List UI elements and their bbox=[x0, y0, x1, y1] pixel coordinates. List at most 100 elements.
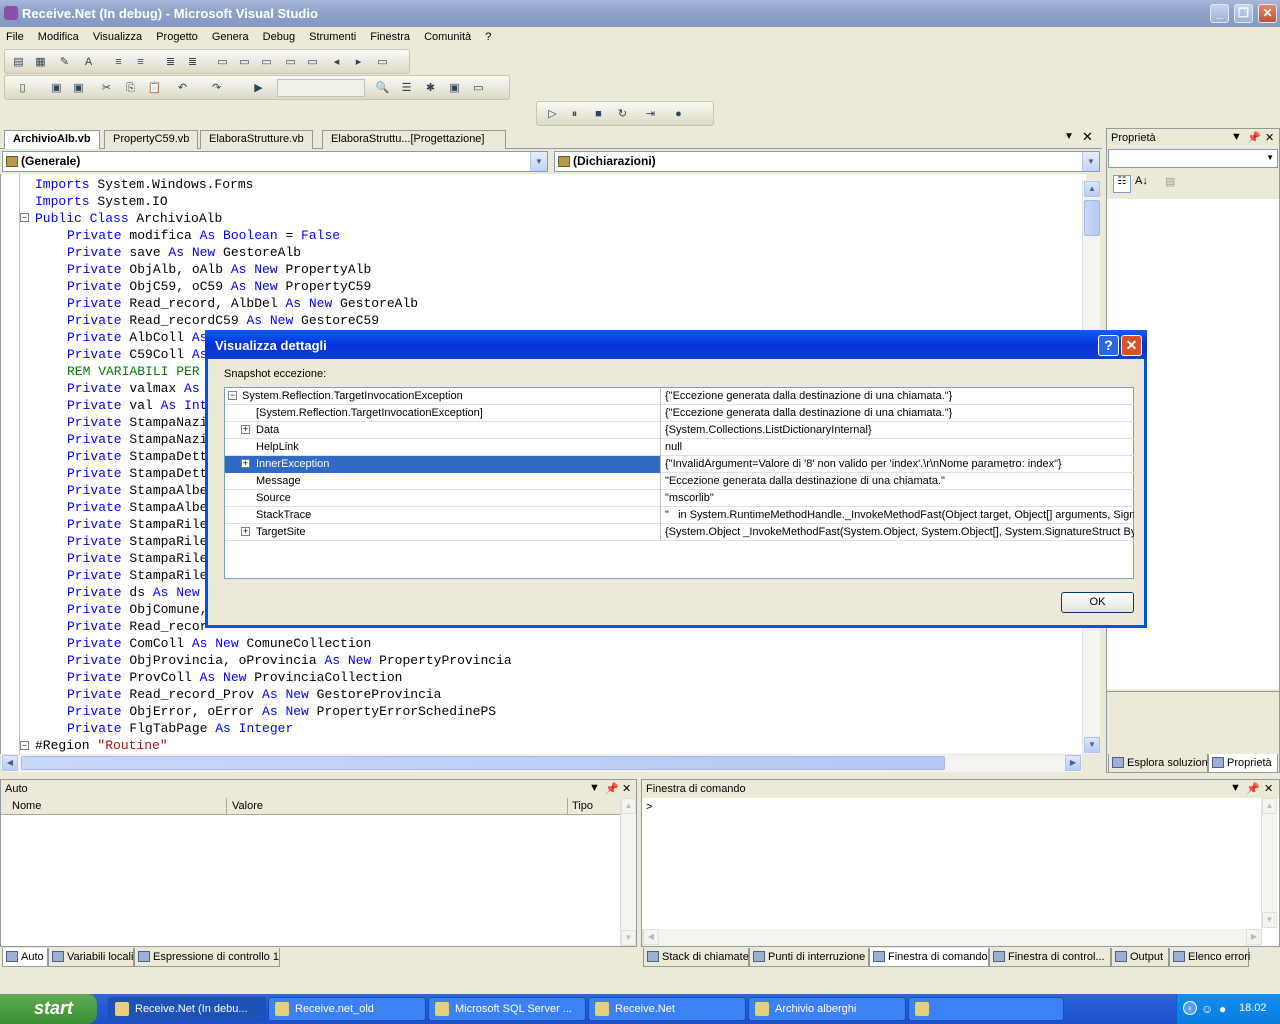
scroll-down-icon[interactable]: ▼ bbox=[1084, 737, 1100, 753]
column-header-tipo[interactable]: Tipo bbox=[569, 798, 620, 815]
auto-scrollbar[interactable]: ▲ ▼ bbox=[620, 798, 636, 946]
grid-row[interactable]: Data + {System.Collections.ListDictionar… bbox=[225, 422, 1135, 439]
ok-button[interactable]: OK bbox=[1061, 592, 1134, 613]
expand-toggle[interactable]: + bbox=[241, 459, 250, 468]
menu-strumenti[interactable]: Strumenti bbox=[303, 27, 361, 43]
dialog-title-bar[interactable]: Visualizza dettagli ? ✕ bbox=[205, 330, 1147, 359]
bookmark-icon[interactable]: ▭ bbox=[259, 55, 274, 69]
menu-progetto[interactable]: Progetto bbox=[150, 27, 203, 43]
tab-punti-interruzione[interactable]: Punti di interruzione bbox=[749, 948, 869, 967]
tab-dropdown-icon[interactable]: ▼ bbox=[1064, 131, 1074, 142]
pause-icon[interactable]: ⏸ bbox=[567, 107, 582, 121]
tab-finestra-controllo[interactable]: Finestra di control... bbox=[989, 948, 1111, 967]
tray-expand-icon[interactable]: ‹ bbox=[1183, 1001, 1197, 1015]
dropdown-icon[interactable]: ▼ bbox=[1231, 131, 1242, 143]
tab-auto[interactable]: Auto bbox=[2, 948, 48, 967]
task-sql-server[interactable]: Microsoft SQL Server ... bbox=[428, 997, 586, 1021]
tab-output[interactable]: Output bbox=[1111, 948, 1169, 967]
scroll-up-icon[interactable]: ▲ bbox=[621, 798, 636, 814]
editor-horizontal-scrollbar[interactable]: ◀ ▶ bbox=[0, 755, 1082, 772]
pin-icon[interactable]: 📌 bbox=[1246, 782, 1260, 795]
save-all-icon[interactable]: ▣ bbox=[71, 81, 86, 95]
menu-genera[interactable]: Genera bbox=[206, 27, 254, 43]
outdent-icon[interactable]: ≡ bbox=[133, 55, 148, 69]
chevron-down-icon[interactable]: ▼ bbox=[530, 152, 547, 171]
pin-icon[interactable]: 📌 bbox=[605, 782, 619, 795]
stop-icon[interactable]: ■ bbox=[591, 107, 606, 121]
paste-icon[interactable]: 📋 bbox=[147, 81, 162, 95]
cut-icon[interactable]: ✂ bbox=[99, 81, 114, 95]
scroll-left-icon[interactable]: ◀ bbox=[643, 929, 659, 945]
breakpoints-icon[interactable]: ● bbox=[671, 107, 686, 121]
tab-finestra-comando[interactable]: Finestra di comando bbox=[869, 948, 989, 967]
task-archivio-alberghi[interactable]: Archivio alberghi bbox=[748, 997, 906, 1021]
collapse-toggle[interactable]: − bbox=[20, 741, 29, 750]
grid-row[interactable]: Message "Eccezione generata dalla destin… bbox=[225, 473, 1135, 490]
chevron-down-icon[interactable]: ▼ bbox=[1082, 152, 1099, 171]
alphabetical-icon[interactable]: A↓ bbox=[1135, 175, 1148, 187]
output-icon[interactable]: ▣ bbox=[447, 81, 462, 95]
grid-row[interactable]: HelpLink null bbox=[225, 439, 1135, 456]
scroll-down-icon[interactable]: ▼ bbox=[621, 930, 636, 946]
tray-app-icon[interactable]: ● bbox=[1219, 1002, 1226, 1016]
task-receive-net-debug[interactable]: Receive.Net (In debu... bbox=[108, 997, 266, 1021]
close-tab-icon[interactable]: ✕ bbox=[1082, 129, 1093, 145]
bookmark-icon[interactable]: ▭ bbox=[305, 55, 320, 69]
scroll-left-icon[interactable]: ◀ bbox=[2, 755, 18, 771]
tab-elaborastrutture[interactable]: ElaboraStrutture.vb bbox=[200, 130, 313, 149]
categorized-icon[interactable]: ☷ bbox=[1113, 175, 1131, 193]
continue-icon[interactable]: ▷ bbox=[545, 107, 560, 121]
maximize-button[interactable]: ❐ bbox=[1234, 4, 1253, 23]
close-icon[interactable]: ✕ bbox=[1265, 131, 1274, 144]
scroll-up-icon[interactable]: ▲ bbox=[1084, 181, 1100, 197]
help-button[interactable]: ? bbox=[1098, 335, 1119, 356]
task-untitled[interactable] bbox=[908, 997, 1064, 1021]
grid-row[interactable]: TargetSite + {System.Object _InvokeMetho… bbox=[225, 524, 1135, 541]
dropdown-icon[interactable]: ▼ bbox=[589, 782, 600, 794]
scroll-thumb[interactable] bbox=[1084, 200, 1100, 236]
tab-solution-explorer[interactable]: Esplora soluzioni bbox=[1108, 754, 1210, 773]
command-prompt[interactable]: > bbox=[646, 801, 652, 813]
bookmark-prev-icon[interactable]: ◂ bbox=[329, 55, 344, 69]
pin-icon[interactable]: 📌 bbox=[1247, 131, 1261, 144]
toolbar-icon[interactable]: ▤ bbox=[11, 55, 26, 69]
dropdown-icon[interactable]: ▼ bbox=[1230, 782, 1241, 794]
minimize-button[interactable]: _ bbox=[1210, 4, 1229, 23]
scroll-right-icon[interactable]: ▶ bbox=[1246, 929, 1262, 945]
title-bar[interactable]: Receive.Net (In debug) - Microsoft Visua… bbox=[0, 0, 1280, 27]
grid-row[interactable]: − System.Reflection.TargetInvocationExce… bbox=[225, 388, 1135, 405]
menu-help[interactable]: ? bbox=[479, 27, 496, 43]
close-button[interactable]: ✕ bbox=[1258, 4, 1277, 23]
grid-row-selected[interactable]: InnerException + {"InvalidArgument=Valor… bbox=[225, 456, 1135, 473]
toolbar-icon[interactable]: A bbox=[81, 55, 96, 69]
bookmark-icon[interactable]: ▭ bbox=[215, 55, 230, 69]
window-icon[interactable]: ▭ bbox=[471, 81, 486, 95]
copy-icon[interactable]: ⎘ bbox=[123, 81, 138, 95]
toolbox-icon[interactable]: ✱ bbox=[423, 81, 438, 95]
column-header-nome[interactable]: Nome bbox=[1, 798, 227, 815]
class-name-combo[interactable]: (Generale) ▼ bbox=[2, 151, 548, 172]
redo-icon[interactable]: ↷ bbox=[209, 81, 224, 95]
solution-config-dropdown[interactable] bbox=[277, 79, 365, 97]
start-debug-icon[interactable]: ▶ bbox=[251, 81, 266, 95]
command-vertical-scrollbar[interactable]: ▲ ▼ bbox=[1261, 798, 1277, 928]
properties-icon[interactable]: ☰ bbox=[399, 81, 414, 95]
expand-toggle[interactable]: + bbox=[241, 425, 250, 434]
bookmark-icon[interactable]: ▭ bbox=[283, 55, 298, 69]
tab-variabili-locali[interactable]: Variabili locali bbox=[48, 948, 134, 967]
undo-icon[interactable]: ↶ bbox=[175, 81, 190, 95]
column-header-valore[interactable]: Valore bbox=[228, 798, 568, 815]
menu-file[interactable]: File bbox=[0, 27, 29, 43]
property-pages-icon[interactable]: ▤ bbox=[1165, 175, 1175, 188]
tab-stack-chiamate[interactable]: Stack di chiamate bbox=[643, 948, 749, 967]
save-icon[interactable]: ▣ bbox=[49, 81, 64, 95]
tab-properties[interactable]: Proprietà bbox=[1208, 754, 1278, 773]
scroll-down-icon[interactable]: ▼ bbox=[1262, 912, 1277, 928]
bookmark-clear-icon[interactable]: ▭ bbox=[375, 55, 390, 69]
indent-icon[interactable]: ≡ bbox=[111, 55, 126, 69]
tab-propertyc59[interactable]: PropertyC59.vb bbox=[104, 130, 199, 149]
collapse-toggle[interactable]: − bbox=[20, 213, 29, 222]
start-button[interactable]: start bbox=[0, 994, 97, 1024]
show-next-statement-icon[interactable]: ⇥ bbox=[643, 107, 658, 121]
new-project-icon[interactable]: ▯ bbox=[15, 81, 30, 95]
